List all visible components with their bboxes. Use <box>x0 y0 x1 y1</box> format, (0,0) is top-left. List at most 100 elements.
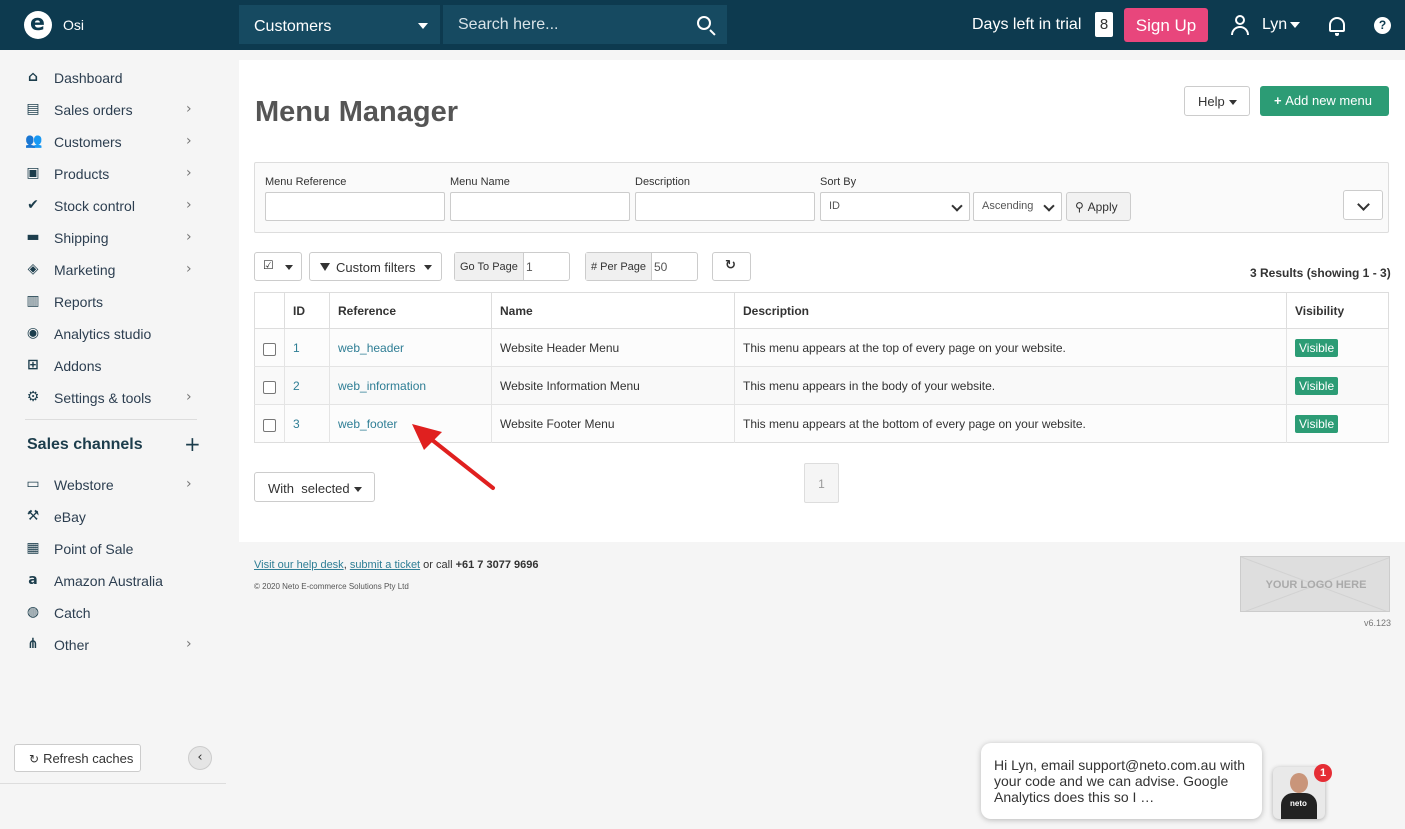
help-dropdown-button[interactable]: Help <box>1184 86 1250 116</box>
menu-name-input[interactable] <box>450 192 630 221</box>
refresh-icon: ↻ <box>725 258 736 273</box>
catch-icon: ◍ <box>26 604 40 620</box>
add-new-menu-button[interactable]: + Add new menu <box>1260 86 1389 116</box>
copyright: © 2020 Neto E-commerce Solutions Pty Ltd <box>254 582 409 591</box>
sidebar-item-webstore[interactable]: ▭ Webstore › <box>0 469 226 499</box>
row-id-link[interactable]: 3 <box>293 417 300 431</box>
sidebar-item-label: Dashboard <box>54 70 123 86</box>
user-icon[interactable] <box>1230 15 1250 35</box>
browser-icon: ▭ <box>26 476 40 492</box>
column-header-name[interactable]: Name <box>491 292 735 329</box>
chat-message-bubble[interactable]: Hi Lyn, email support@neto.com.au with y… <box>981 743 1262 819</box>
sidebar-item-marketing[interactable]: ◈ Marketing › <box>0 254 226 284</box>
column-header-description[interactable]: Description <box>734 292 1287 329</box>
row-reference-link[interactable]: web_header <box>338 341 404 355</box>
sidebar-item-shipping[interactable]: ▬ Shipping › <box>0 222 226 252</box>
user-menu[interactable]: Lyn <box>1262 16 1287 34</box>
sidebar-item-label: Sales orders <box>54 102 133 118</box>
chevron-right-icon: › <box>186 261 192 277</box>
sidebar-item-addons[interactable]: ⊞ Addons <box>0 350 226 380</box>
search-icon[interactable] <box>697 16 711 30</box>
clipboard-check-icon: ✔ <box>27 197 39 213</box>
sidebar-item-settings-tools[interactable]: ⚙ Settings & tools › <box>0 382 226 412</box>
search-input[interactable]: Search here... <box>443 5 727 44</box>
row-checkbox[interactable] <box>263 381 276 394</box>
sidebar-item-label: Shipping <box>54 230 109 246</box>
sidebar-item-point-of-sale[interactable]: ▦ Point of Sale <box>0 533 226 563</box>
row-checkbox[interactable] <box>263 419 276 432</box>
column-header-reference[interactable]: Reference <box>329 292 492 329</box>
column-header-visibility[interactable]: Visibility <box>1286 292 1389 329</box>
pagination-page-1[interactable]: 1 <box>804 463 839 503</box>
bell-icon[interactable] <box>1329 17 1345 36</box>
caret-down-icon[interactable] <box>1290 22 1300 28</box>
submit-ticket-link[interactable]: submit a ticket <box>350 559 420 571</box>
sidebar-item-label: Settings & tools <box>54 390 152 406</box>
sidebar-item-other[interactable]: ⋔ Other › <box>0 629 226 659</box>
sort-order-select[interactable]: Ascending <box>973 192 1062 221</box>
table-row: 2 web_information Website Information Me… <box>254 366 1389 405</box>
select-all-dropdown[interactable]: ☑ <box>254 252 302 281</box>
sidebar-item-reports[interactable]: ▥ Reports <box>0 286 226 316</box>
sign-up-button[interactable]: Sign Up <box>1124 8 1208 42</box>
row-name: Website Header Menu <box>491 328 735 367</box>
neto-logo-icon[interactable] <box>24 11 52 39</box>
refresh-button[interactable]: ↻ <box>712 252 751 281</box>
navigation-select[interactable]: Customers <box>239 5 440 44</box>
collapse-sidebar-button[interactable]: ‹ <box>188 746 212 770</box>
tag-icon: ◈ <box>27 261 39 277</box>
people-icon: 👥 <box>25 133 43 149</box>
sidebar-item-analytics-studio[interactable]: ◉ Analytics studio <box>0 318 226 348</box>
page-title: Menu Manager <box>255 96 459 128</box>
sidebar-item-catch[interactable]: ◍ Catch <box>0 597 226 627</box>
sidebar-item-label: Marketing <box>54 262 116 278</box>
sidebar-item-label: Analytics studio <box>54 326 152 342</box>
chevron-right-icon: › <box>186 197 192 213</box>
sidebar-item-customers[interactable]: 👥 Customers › <box>0 126 226 156</box>
expand-filters-button[interactable] <box>1343 190 1383 220</box>
help-icon[interactable]: ? <box>1374 17 1391 34</box>
search-icon: ⚲ <box>1075 200 1088 214</box>
row-reference-link[interactable]: web_footer <box>338 417 397 431</box>
chevron-right-icon: › <box>186 101 192 117</box>
row-reference-link[interactable]: web_information <box>338 379 426 393</box>
store-name[interactable]: Osi <box>63 17 84 33</box>
annotation-arrow <box>412 424 495 490</box>
row-checkbox[interactable] <box>263 343 276 356</box>
column-header-id[interactable]: ID <box>284 292 330 329</box>
results-count: 3 Results (showing 1 - 3) <box>1250 266 1391 280</box>
add-channel-icon[interactable]: + <box>184 432 201 456</box>
row-name: Website Footer Menu <box>491 404 735 443</box>
sidebar-item-ebay[interactable]: ⚒ eBay <box>0 501 226 531</box>
chevron-down-icon <box>951 200 963 212</box>
apply-button[interactable]: ⚲ Apply <box>1066 192 1131 221</box>
chevron-right-icon: › <box>186 389 192 405</box>
table-row: 1 web_header Website Header Menu This me… <box>254 328 1389 367</box>
row-id-link[interactable]: 2 <box>293 379 300 393</box>
sales-channels-title: Sales channels <box>27 436 143 453</box>
sidebar-item-label: Webstore <box>54 477 114 493</box>
go-to-page-input[interactable]: Go To Page 1 <box>454 252 570 281</box>
sidebar-item-sales-orders[interactable]: ▤ Sales orders › <box>0 94 226 124</box>
per-page-input[interactable]: # Per Page 50 <box>585 252 698 281</box>
sidebar-item-products[interactable]: ▣ Products › <box>0 158 226 188</box>
sort-by-select[interactable]: ID <box>820 192 970 221</box>
caret-down-icon <box>1228 100 1237 106</box>
custom-filters-button[interactable]: Custom filters <box>309 252 442 281</box>
select-column-header <box>254 292 285 329</box>
apply-label: Apply <box>1087 200 1118 214</box>
menu-reference-input[interactable] <box>265 192 445 221</box>
sidebar-item-amazon-australia[interactable]: a Amazon Australia <box>0 565 226 595</box>
add-new-menu-label: Add new menu <box>1285 93 1372 108</box>
sort-order-value: Ascending <box>982 200 1034 212</box>
gavel-icon: ⚒ <box>26 508 40 524</box>
help-desk-link[interactable]: Visit our help desk <box>254 559 344 571</box>
sidebar-item-stock-control[interactable]: ✔ Stock control › <box>0 190 226 220</box>
with-selected-dropdown[interactable]: With selected <box>254 472 375 502</box>
go-to-page-value: 1 <box>526 260 533 274</box>
refresh-caches-button[interactable]: ↻ Refresh caches <box>14 744 141 772</box>
chat-message-text: Hi Lyn, email support@neto.com.au with y… <box>994 757 1246 805</box>
row-id-link[interactable]: 1 <box>293 341 300 355</box>
description-input[interactable] <box>635 192 815 221</box>
sidebar-item-dashboard[interactable]: ⌂ Dashboard <box>0 62 226 92</box>
